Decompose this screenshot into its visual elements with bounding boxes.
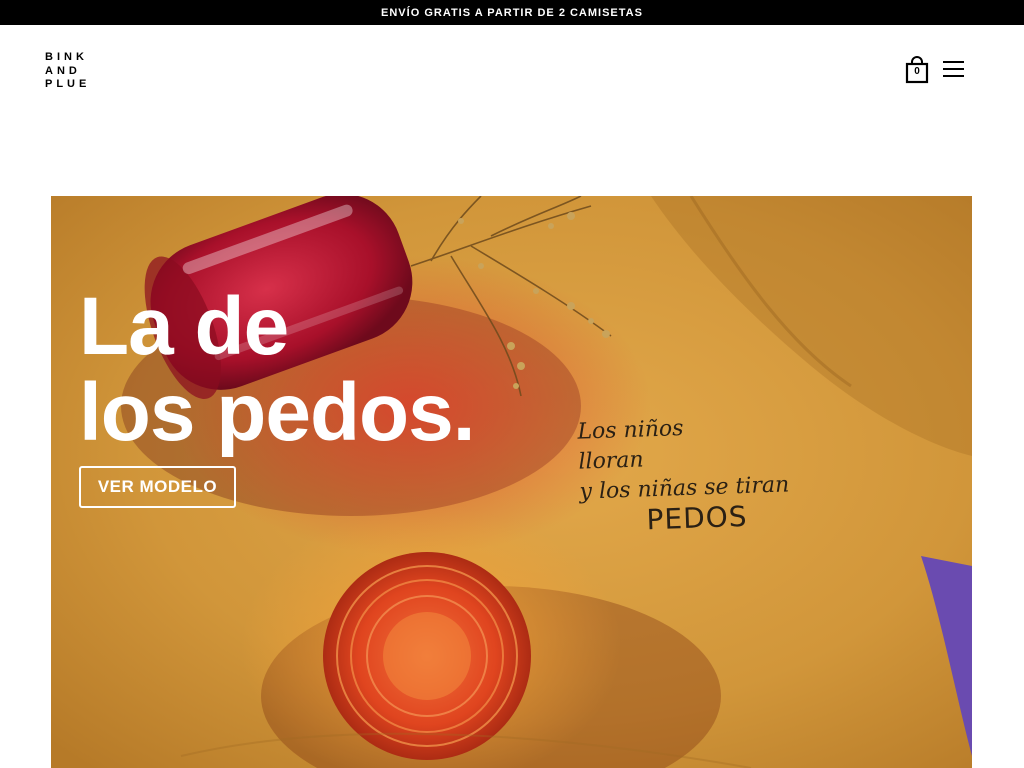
menu-line-icon: [943, 68, 964, 70]
hamburger-menu-button[interactable]: [943, 61, 965, 79]
announcement-text: ENVÍO GRATIS A PARTIR DE 2 CAMISETAS: [381, 6, 643, 19]
hero-title-line-2: los pedos.: [79, 367, 476, 458]
hero-title-line-1: La de: [79, 281, 289, 372]
menu-line-icon: [943, 61, 964, 63]
shirt-print-line-4: PEDOS: [646, 499, 749, 537]
announcement-bar: ENVÍO GRATIS A PARTIR DE 2 CAMISETAS: [0, 0, 1024, 25]
cart-button[interactable]: 0: [905, 56, 929, 84]
logo-line-3: PLUE: [45, 78, 91, 90]
view-model-button[interactable]: VER MODELO: [79, 466, 236, 508]
site-header: BINK AND PLUE 0: [0, 25, 1024, 125]
shirt-print-text: Los niños lloran y los niñas se tiran PE…: [577, 410, 791, 537]
menu-line-icon: [943, 75, 964, 77]
hero-title: La de los pedos.: [79, 281, 476, 458]
hero-banner: La de los pedos. VER MODELO Los niños ll…: [51, 196, 972, 768]
cart-count: 0: [914, 66, 920, 77]
logo[interactable]: BINK AND PLUE: [45, 51, 91, 91]
logo-line-2: AND: [45, 64, 81, 77]
logo-line-1: BINK: [45, 51, 88, 63]
